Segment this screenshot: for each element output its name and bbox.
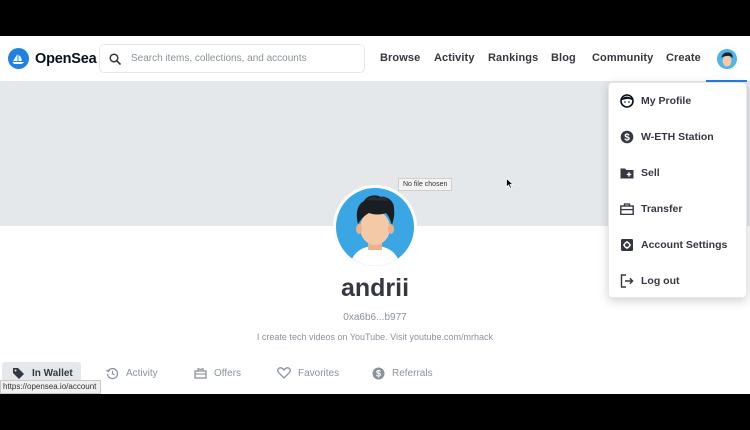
search-icon bbox=[109, 52, 121, 65]
profile-bio: I create tech videos on YouTube. Visit y… bbox=[256, 332, 494, 342]
history-icon bbox=[106, 367, 119, 380]
wallet-address[interactable]: 0xa6b6...b977 bbox=[0, 312, 750, 323]
tab-label: In Wallet bbox=[32, 367, 73, 379]
avatar-icon[interactable] bbox=[717, 49, 737, 69]
menu-item-sell[interactable]: Sell bbox=[609, 155, 748, 191]
dollar-circle-icon: $ bbox=[620, 130, 634, 144]
tab-label: Offers bbox=[214, 367, 242, 379]
profile-avatar[interactable] bbox=[333, 185, 417, 269]
face-icon bbox=[620, 94, 634, 108]
menu-item-account-settings[interactable]: Account Settings bbox=[609, 227, 748, 263]
tab-label: Activity bbox=[126, 367, 158, 379]
browser-viewport: OpenSea Browse Activity Rankings Blog Co… bbox=[0, 36, 750, 394]
nav-link-blog[interactable]: Blog bbox=[551, 52, 576, 64]
status-url-tooltip: https://opensea.io/account bbox=[0, 380, 102, 394]
brand-logo[interactable]: OpenSea bbox=[8, 48, 97, 69]
tag-icon bbox=[12, 367, 25, 379]
menu-item-label: W-ETH Station bbox=[641, 131, 714, 143]
tab-label: Favorites bbox=[298, 367, 340, 379]
nav-link-rankings[interactable]: Rankings bbox=[488, 52, 538, 64]
search-input[interactable] bbox=[131, 53, 351, 64]
nav-link-create[interactable]: Create bbox=[666, 52, 701, 64]
mouse-cursor-icon bbox=[506, 176, 514, 194]
nav-link-browse[interactable]: Browse bbox=[380, 52, 420, 64]
tab-referrals[interactable]: $ Referrals bbox=[372, 362, 433, 384]
tab-offers[interactable]: Offers bbox=[194, 362, 241, 384]
gift-icon bbox=[194, 367, 207, 379]
briefcase-icon bbox=[620, 202, 634, 216]
nav-link-community[interactable]: Community bbox=[592, 52, 653, 64]
tab-activity[interactable]: Activity bbox=[106, 362, 158, 384]
svg-text:$: $ bbox=[624, 132, 630, 143]
svg-text:$: $ bbox=[376, 368, 381, 378]
dollar-circle-icon: $ bbox=[372, 367, 385, 380]
search-box[interactable] bbox=[99, 44, 365, 73]
logout-icon bbox=[620, 274, 634, 288]
menu-item-transfer[interactable]: Transfer bbox=[609, 191, 748, 227]
menu-item-log-out[interactable]: Log out bbox=[609, 263, 748, 299]
top-navbar: OpenSea Browse Activity Rankings Blog Co… bbox=[0, 36, 750, 82]
tab-favorites[interactable]: Favorites bbox=[277, 362, 339, 384]
menu-item-label: Account Settings bbox=[641, 239, 728, 251]
account-dropdown-menu: My Profile $ W-ETH Station Sell Transfer… bbox=[608, 82, 747, 298]
nav-link-activity[interactable]: Activity bbox=[434, 52, 475, 64]
brand-name: OpenSea bbox=[35, 50, 97, 67]
opensea-logo-icon bbox=[8, 48, 29, 69]
tab-label: Referrals bbox=[392, 367, 433, 379]
folder-plus-icon bbox=[620, 166, 634, 180]
menu-item-label: Log out bbox=[641, 275, 680, 287]
menu-item-label: Sell bbox=[641, 167, 660, 179]
file-input-tooltip: No file chosen bbox=[398, 178, 453, 191]
settings-icon bbox=[620, 238, 634, 252]
menu-item-label: My Profile bbox=[641, 95, 692, 107]
menu-item-label: Transfer bbox=[641, 203, 683, 215]
menu-item-weth-station[interactable]: $ W-ETH Station bbox=[609, 119, 748, 155]
menu-item-my-profile[interactable]: My Profile bbox=[609, 83, 748, 119]
heart-icon bbox=[277, 367, 291, 379]
